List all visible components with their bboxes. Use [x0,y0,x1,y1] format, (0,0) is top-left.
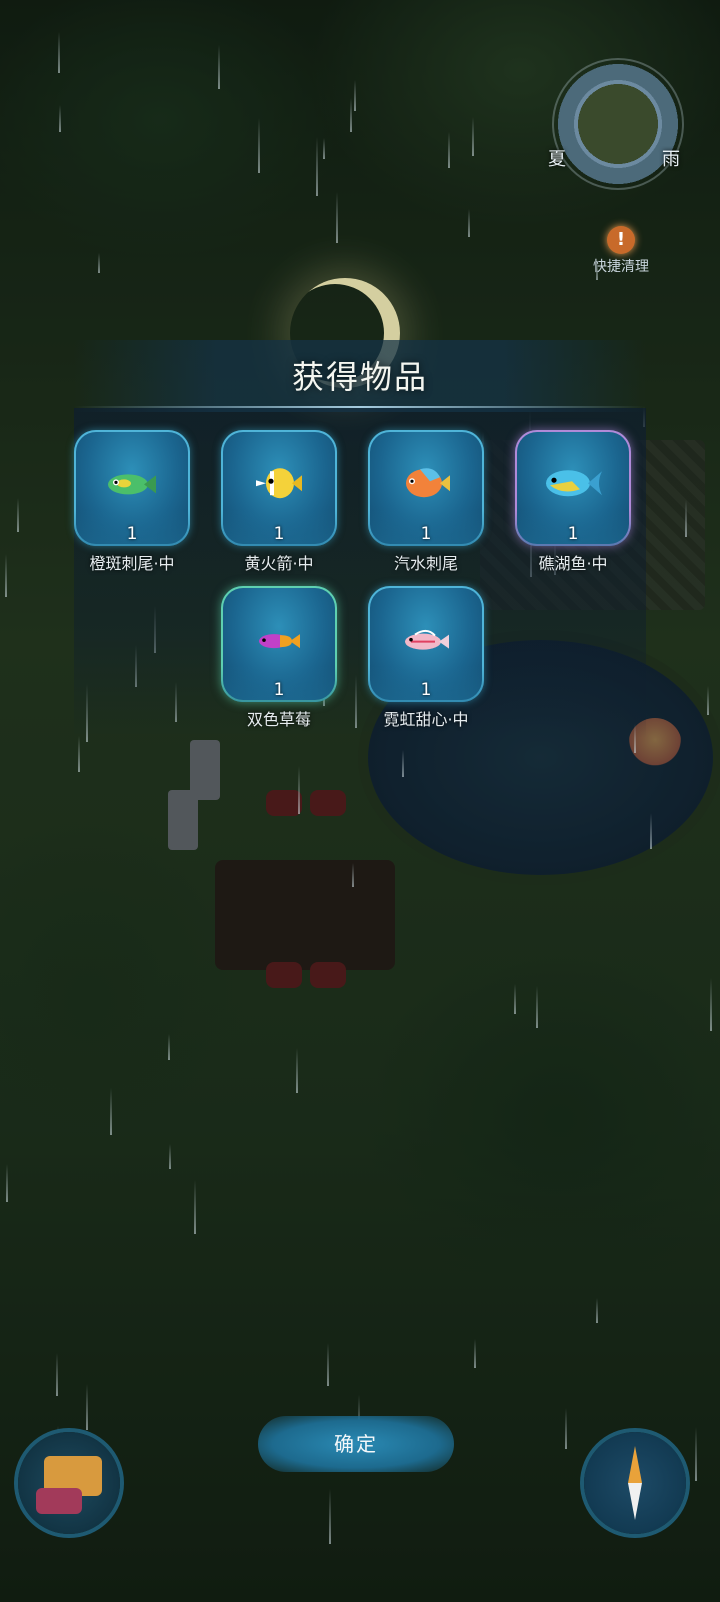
fish-icon [256,468,302,499]
item-name: 霓虹甜心·中 [383,710,469,729]
item-tile: 1 [515,430,631,546]
rain-streak [78,736,80,772]
item-name: 双色草莓 [246,710,311,729]
reward-item[interactable]: 1 霓虹甜心·中 [361,586,491,730]
rain-streak [86,1384,88,1430]
confirm-button[interactable]: 确定 [258,1416,454,1472]
item-count: 1 [420,524,432,544]
fish-icon [259,634,300,649]
title-divider [74,406,646,408]
item-name: 汽水刺尾 [393,554,458,573]
rain-streak [352,863,354,887]
rain-streak [218,45,220,89]
item-name: 礁湖鱼·中 [538,554,608,573]
rain-streak [350,98,352,132]
item-tile: 1 [368,586,484,702]
rain-streak [298,766,300,814]
rain-streak [402,750,404,777]
item-count: 1 [420,680,432,700]
rain-streak [56,1353,58,1396]
rain-streak [685,500,687,537]
rain-streak [110,1088,112,1135]
rain-streak [695,1427,697,1481]
rain-streak [710,978,712,1031]
rain-streak [5,554,7,597]
item-tile: 1 [221,586,337,702]
rain-streak [323,138,325,159]
rain-streak [59,105,61,132]
quick-clean-label: 快捷清理 [593,259,649,275]
rain-streak [650,813,652,849]
rain-streak [168,1034,170,1060]
fish-icon [405,629,449,650]
reward-item[interactable]: 1 礁湖鱼·中 [508,430,638,574]
item-count: 1 [567,524,579,544]
item-name: 橙斑刺尾·中 [89,554,175,573]
fish-icon [406,468,450,498]
dialog-title: 获得物品 [291,358,428,396]
rain-streak [707,686,709,715]
reward-item[interactable]: 1 黄火箭·中 [214,430,344,574]
rain-streak [474,1339,476,1368]
rain-streak [336,192,338,243]
rain-streak [296,1048,298,1093]
item-count: 1 [126,524,138,544]
quick-clean-button[interactable]: ! 快捷清理 [586,226,656,276]
rain-streak [468,209,470,237]
rain-streak [596,1298,598,1323]
alert-icon: ! [607,226,635,254]
rain-streak [327,1343,329,1386]
rain-streak [258,118,260,173]
compass-icon [628,1446,642,1520]
item-name: 黄火箭·中 [244,554,314,573]
reward-item[interactable]: 1 汽水刺尾 [361,430,491,574]
rain-streak [17,498,19,532]
rain-streak [329,1489,331,1544]
item-count: 1 [273,680,285,700]
rain-streak [58,32,60,73]
rain-streak [194,1180,196,1234]
rain-streak [316,137,318,196]
fish-icon [108,474,156,495]
item-count: 1 [273,524,285,544]
item-tile: 1 [368,430,484,546]
rain-streak [536,986,538,1028]
chat-icon-secondary [36,1488,82,1514]
rain-streak [565,1408,567,1449]
rain-streak [472,117,474,156]
rain-streak [448,132,450,168]
compass-button[interactable] [584,1432,686,1534]
rain-streak [6,1164,8,1202]
weather-label: 雨 [662,149,680,170]
rain-streak [514,984,516,1014]
chat-button[interactable] [18,1432,120,1534]
rain-streak [98,253,100,273]
reward-item[interactable]: 1 橙斑刺尾·中 [67,430,197,574]
fish-icon [546,470,602,497]
rain-streak [354,80,356,111]
season-label: 夏 [548,149,566,170]
rain-streak [169,1144,171,1169]
item-tile: 1 [74,430,190,546]
reward-item[interactable]: 1 双色草莓 [214,586,344,730]
item-tile: 1 [221,430,337,546]
